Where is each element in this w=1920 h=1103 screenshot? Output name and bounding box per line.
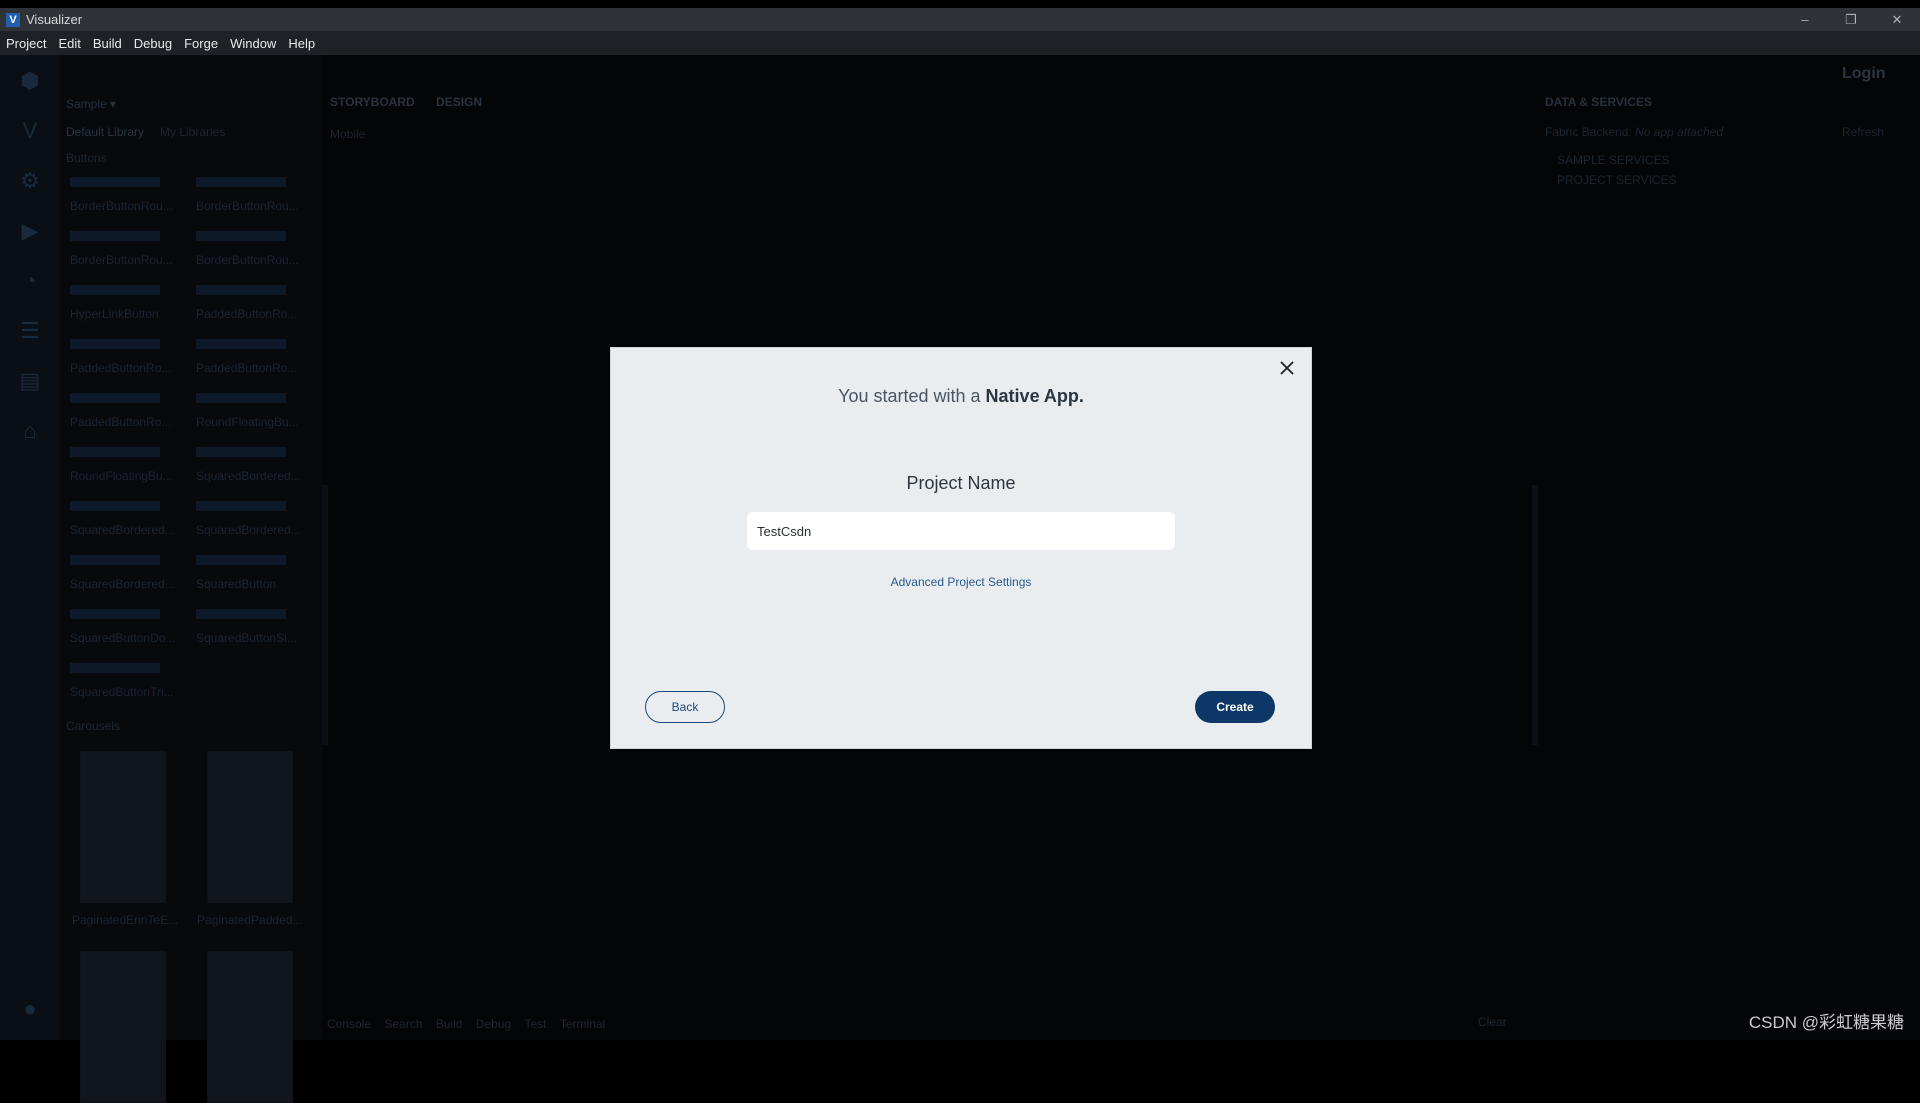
carousel-item-label: PaginatedEnnTeE... — [72, 913, 179, 927]
storyboard-tabs: STORYBOARD DESIGN Mobile — [330, 95, 482, 141]
library-item[interactable]: SquaredButtonDo... — [60, 609, 175, 653]
carousel-thumbnail[interactable] — [80, 751, 166, 903]
menu-window[interactable]: Window — [224, 36, 282, 51]
tree-item[interactable]: SAMPLE SERVICES — [1557, 153, 1723, 167]
library-item[interactable]: RoundFloatingBu... — [60, 447, 173, 491]
data-services-panel: DATA & SERVICES Fabric Backend: No app a… — [1545, 95, 1884, 187]
headline-app-type: Native App. — [985, 386, 1084, 406]
library-item[interactable]: HyperLinkButton — [60, 285, 170, 329]
cube-icon[interactable]: ⬢ — [16, 67, 44, 95]
library-item[interactable]: RoundFloatingBu... — [186, 393, 299, 437]
window-controls: – ❐ ✕ — [1782, 8, 1920, 31]
library-item[interactable]: BorderButtonRou... — [60, 231, 173, 275]
clear-button[interactable]: Clear — [1478, 1015, 1507, 1029]
library-panel: Sample ▾ Default Library My Libraries Bu… — [60, 55, 322, 1103]
create-button[interactable]: Create — [1195, 691, 1275, 723]
carousel-thumbnail[interactable] — [80, 951, 166, 1103]
project-dropdown[interactable]: Sample ▾ — [66, 97, 116, 111]
menu-edit[interactable]: Edit — [52, 36, 86, 51]
project-name-label: Project Name — [906, 473, 1016, 493]
library-item[interactable]: PaddedButtonRo... — [60, 339, 171, 383]
library-item[interactable]: SquaredButtonTri... — [60, 663, 174, 707]
carousel-thumbnail[interactable] — [207, 751, 293, 903]
close-icon — [1280, 361, 1294, 375]
tab-default-library[interactable]: Default Library — [66, 125, 144, 139]
window-title: Visualizer — [26, 12, 83, 27]
login-button[interactable]: Login — [1842, 65, 1886, 83]
title-bar: V Visualizer – ❐ ✕ — [0, 8, 1920, 31]
app-logo-icon: V — [6, 12, 20, 27]
bank-icon[interactable]: ⌂ — [16, 417, 44, 445]
dialog-headline: You started with a Native App. — [611, 386, 1311, 407]
gauge-icon[interactable]: ◔ — [16, 267, 44, 295]
project-name-input[interactable] — [747, 512, 1175, 550]
bottom-tabs: Console Search Build Debug Test Terminal — [327, 1017, 605, 1031]
library-item[interactable]: PaddedButtonRo... — [186, 285, 297, 329]
refresh-button[interactable]: Refresh — [1842, 125, 1884, 139]
watermark-text: CSDN @彩虹糖果糖 — [1748, 1013, 1904, 1032]
visualizer-icon[interactable]: V — [16, 117, 44, 145]
left-splitter[interactable] — [322, 485, 328, 745]
tab-debug[interactable]: Debug — [476, 1017, 511, 1031]
document-icon[interactable]: ▤ — [16, 367, 44, 395]
library-item[interactable]: SquaredBordered... — [186, 501, 301, 545]
right-splitter[interactable] — [1532, 485, 1538, 745]
close-window-button[interactable]: ✕ — [1874, 8, 1920, 31]
new-project-dialog: You started with a Native App. Project N… — [610, 347, 1312, 749]
tab-build[interactable]: Build — [436, 1017, 463, 1031]
advanced-settings-link[interactable]: Advanced Project Settings — [611, 575, 1311, 589]
tab-storyboard[interactable]: STORYBOARD — [330, 95, 415, 109]
tab-console[interactable]: Console — [327, 1017, 371, 1031]
headline-prefix: You started with a — [838, 386, 981, 406]
menu-help[interactable]: Help — [282, 36, 321, 51]
tab-terminal[interactable]: Terminal — [560, 1017, 605, 1031]
tab-my-libraries[interactable]: My Libraries — [160, 125, 225, 139]
play-icon[interactable]: ▶ — [16, 217, 44, 245]
tree-item[interactable]: PROJECT SERVICES — [1557, 173, 1723, 187]
panel-title: DATA & SERVICES — [1545, 95, 1652, 109]
tab-search[interactable]: Search — [384, 1017, 422, 1031]
gear-icon[interactable]: ⚙ — [16, 167, 44, 195]
library-item[interactable]: BorderButtonRou... — [186, 231, 299, 275]
left-rail: ⬢ V ⚙ ▶ ◔ ☰ ▤ ⌂ ● — [0, 55, 60, 1040]
close-dialog-button[interactable] — [1275, 356, 1299, 380]
tab-design[interactable]: DESIGN — [436, 95, 482, 109]
menu-project[interactable]: Project — [0, 36, 52, 51]
library-item[interactable]: SquaredBordered... — [60, 555, 175, 599]
library-item[interactable]: BorderButtonRou... — [60, 177, 173, 221]
back-button[interactable]: Back — [645, 691, 725, 723]
section-carousels[interactable]: Carousels — [66, 719, 120, 733]
library-item[interactable]: SquaredButtonSi... — [186, 609, 297, 653]
menu-forge[interactable]: Forge — [178, 36, 224, 51]
backend-value: No app attached — [1635, 125, 1724, 139]
tab-test[interactable]: Test — [525, 1017, 547, 1031]
chat-icon[interactable]: ● — [16, 995, 44, 1023]
device-label[interactable]: Mobile — [330, 127, 482, 141]
library-item[interactable]: SquaredBordered... — [60, 501, 175, 545]
restore-button[interactable]: ❐ — [1828, 8, 1874, 31]
carousel-thumbnail[interactable] — [207, 951, 293, 1103]
menu-build[interactable]: Build — [87, 36, 128, 51]
library-item[interactable]: PaddedButtonRo... — [186, 339, 297, 383]
minimize-button[interactable]: – — [1782, 8, 1828, 31]
library-item[interactable]: SquaredButton — [186, 555, 296, 599]
menu-debug[interactable]: Debug — [128, 36, 178, 51]
library-item[interactable]: SquaredBordered... — [186, 447, 301, 491]
backend-label: Fabric Backend: — [1545, 125, 1632, 139]
hierarchy-icon[interactable]: ☰ — [16, 317, 44, 345]
library-item[interactable]: PaddedButtonRo... — [60, 393, 171, 437]
menu-bar: Project Edit Build Debug Forge Window He… — [0, 31, 1920, 55]
section-buttons[interactable]: Buttons — [66, 151, 107, 165]
carousel-item-label: PaginatedPadded... — [197, 913, 303, 927]
library-item[interactable]: BorderButtonRou... — [186, 177, 299, 221]
